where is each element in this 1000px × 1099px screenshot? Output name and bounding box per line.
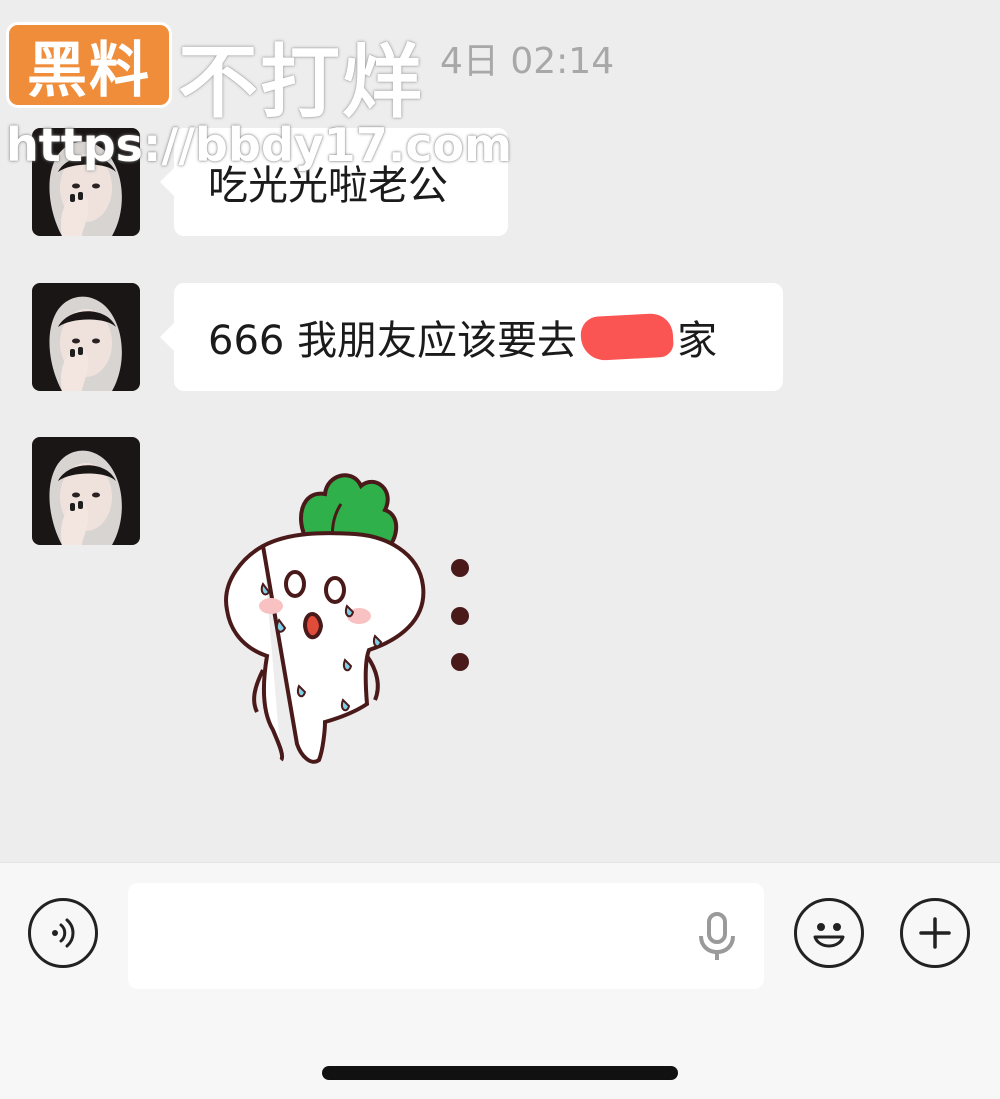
watermark-logo-badge: 黑料 <box>6 22 172 108</box>
voice-toggle-icon <box>52 918 75 948</box>
message-bubble[interactable]: 666 我朋友应该要去 家 <box>160 283 783 391</box>
emoji-icon <box>813 923 845 948</box>
message-timestamp: 4日 02:14 <box>440 41 615 82</box>
watermark-url: https://bbdy17.com <box>6 118 513 172</box>
crying-radish-sticker[interactable] <box>215 460 490 770</box>
message-text-before-redaction: 666 我朋友应该要去 <box>208 318 578 364</box>
watermark-title: 不打烊 <box>178 36 424 129</box>
add-more-button[interactable] <box>900 898 970 968</box>
message-text-after-redaction: 家 <box>677 318 718 364</box>
microphone-icon[interactable] <box>696 912 738 966</box>
message-input-field[interactable] <box>128 883 764 989</box>
contact-avatar[interactable] <box>32 283 140 391</box>
home-indicator[interactable] <box>322 1066 678 1080</box>
voice-toggle-button[interactable] <box>28 898 98 968</box>
plus-icon <box>919 917 951 949</box>
emoji-button[interactable] <box>794 898 864 968</box>
contact-avatar[interactable] <box>32 437 140 545</box>
watermark-badge-text: 黑料 <box>27 35 151 106</box>
redaction-mark <box>579 312 675 362</box>
